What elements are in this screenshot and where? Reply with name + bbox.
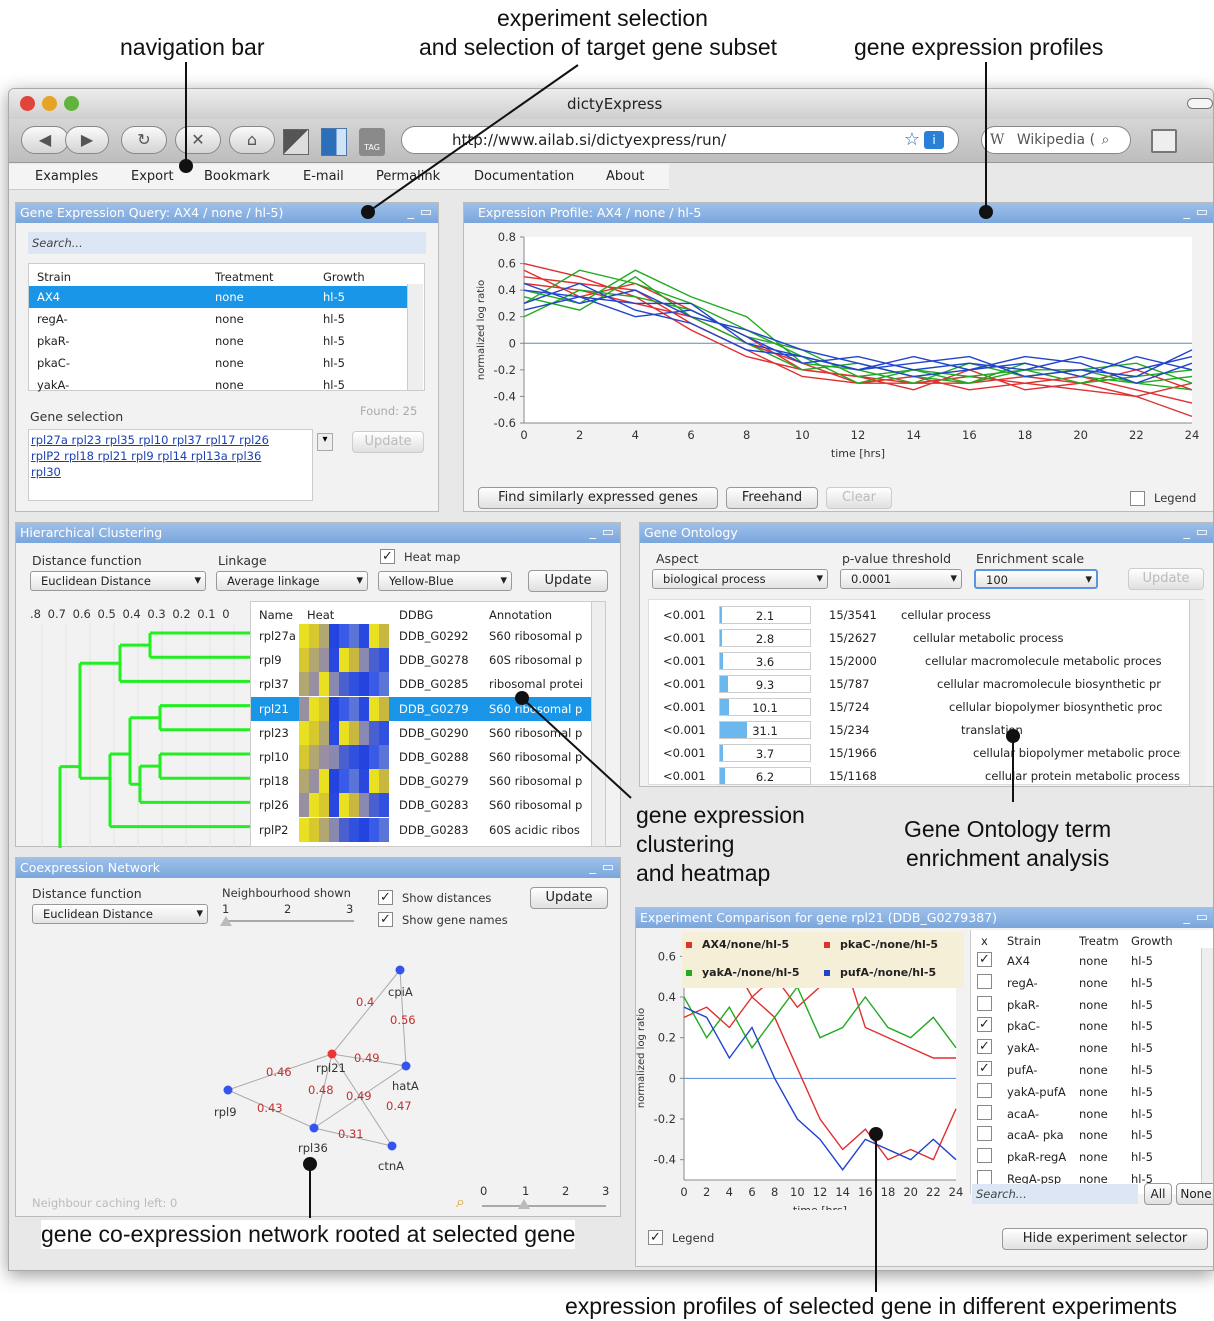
leader-dot-network [303, 1157, 317, 1171]
callout-leaders [179, 62, 1020, 1292]
leader-dot-go [1006, 729, 1020, 743]
leader-dot-experiments [869, 1127, 883, 1141]
leader-dot-profile [979, 205, 993, 219]
leader-dot-query [361, 205, 375, 219]
leader-dot-clustering [515, 691, 529, 705]
leader-dot-navbar [179, 159, 193, 173]
